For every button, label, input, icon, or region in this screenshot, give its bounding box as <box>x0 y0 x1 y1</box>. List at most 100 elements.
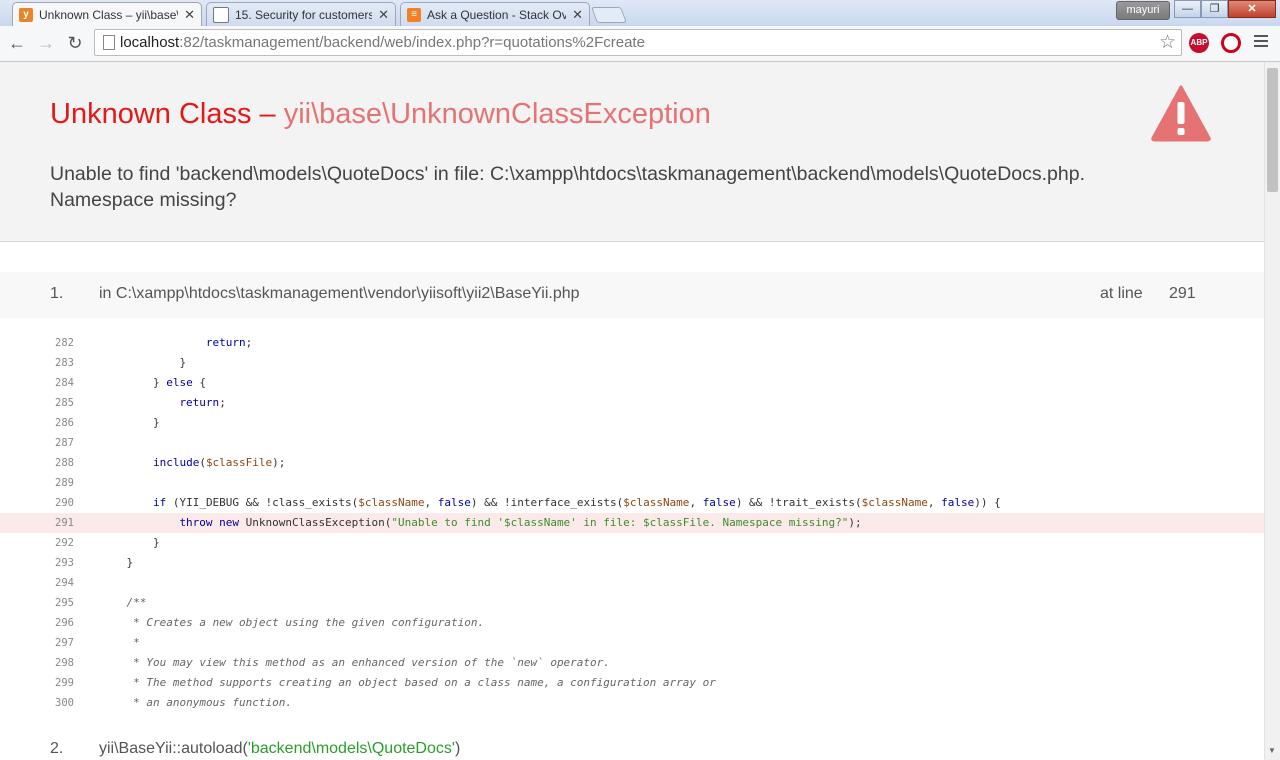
call-stack-frame-1[interactable]: 1. in C:\xampp\htdocs\taskmanagement\ven… <box>0 272 1264 318</box>
reload-icon[interactable]: ↻ <box>64 32 86 54</box>
scrollbar-thumb[interactable] <box>1267 68 1278 192</box>
frame-number: 2. <box>50 740 64 757</box>
close-tab-icon[interactable]: ✕ <box>378 7 389 23</box>
code-token: false <box>941 496 975 509</box>
code-line: 289 <box>0 473 1264 493</box>
code-token: * The method supports creating an object… <box>133 676 716 689</box>
forward-arrow-icon[interactable]: → <box>35 32 57 54</box>
tab-title: 15. Security for customers <box>235 7 373 22</box>
code-line: 297 * <box>0 633 1264 653</box>
code-line: 292} <box>0 533 1264 553</box>
profile-badge[interactable]: mayuri <box>1116 1 1170 20</box>
code-token: } <box>126 556 134 569</box>
code-token: ) && !interface_exists( <box>470 496 624 509</box>
maximize-button[interactable]: ❐ <box>1201 0 1228 18</box>
code-token: * Creates a new object using the given c… <box>133 616 485 629</box>
code-line: 290 if (YII_DEBUG && !class_exists($class… <box>0 493 1264 513</box>
opera-icon[interactable] <box>1221 33 1241 53</box>
menu-icon[interactable] <box>1254 33 1268 50</box>
code-token: UnknownClassException( <box>239 516 392 529</box>
line-number: 292 <box>55 537 74 549</box>
line-number: 295 <box>55 597 74 609</box>
frame-file: in C:\xampp\htdocs\taskmanagement\vendor… <box>99 285 580 302</box>
code-line: 296 * Creates a new object using the give… <box>0 613 1264 633</box>
code-token: } <box>152 416 160 429</box>
frame-call: yii\BaseYii::autoload('backend\models\Qu… <box>99 740 460 758</box>
code-token: ); <box>848 516 862 529</box>
code-token: * You may view this method as an enhance… <box>133 656 610 669</box>
call-argument: 'backend\models\QuoteDocs' <box>247 740 455 757</box>
line-number: 287 <box>55 437 74 449</box>
code-snippet: 282 return; 283} 284} else {285 return; 286} 2… <box>0 333 1264 713</box>
call-function: yii\BaseYii::autoload( <box>99 740 248 757</box>
code-text: } <box>153 533 160 553</box>
code-text: return; <box>179 393 225 413</box>
tab-ask-question[interactable]: ≡ Ask a Question - Stack Overflow ✕ <box>400 2 590 26</box>
line-number: 300 <box>55 697 74 709</box>
error-message: Unable to find 'backend\models\QuoteDocs… <box>50 163 1086 211</box>
scroll-down-arrow-icon[interactable]: ▼ <box>1268 746 1276 755</box>
code-line: 286} <box>0 413 1264 433</box>
code-text: * Creates a new object using the given c… <box>133 613 484 633</box>
code-token: "Unable to find '$className' in file: $c… <box>391 516 849 529</box>
line-number: 289 <box>55 477 74 489</box>
code-line: 295 /** <box>0 593 1264 613</box>
page-viewport: Unknown Class – yii\base\UnknownClassExc… <box>0 62 1264 760</box>
code-token: )) { <box>974 496 1001 509</box>
code-text: include($classFile); <box>153 453 285 473</box>
code-text: } <box>179 353 186 373</box>
code-line: 293} <box>0 553 1264 573</box>
code-line: 300 * an anonymous function. <box>0 693 1264 713</box>
back-arrow-icon[interactable]: ← <box>6 32 28 54</box>
code-token: throw new <box>179 516 240 529</box>
tab-security-for-customers[interactable]: 15. Security for customers ✕ <box>206 2 396 26</box>
url-path: :82/taskmanagement/backend/web/index.php… <box>179 34 645 51</box>
code-token: ; <box>219 396 226 409</box>
code-text: * an anonymous function. <box>133 693 292 713</box>
code-token: ( <box>199 456 206 469</box>
bookmark-star-icon[interactable]: ☆ <box>1159 31 1176 54</box>
line-number: 291 <box>55 517 74 529</box>
close-tab-icon[interactable]: ✕ <box>184 7 195 23</box>
line-number: 296 <box>55 617 74 629</box>
url-text[interactable]: localhost:82/taskmanagement/backend/web/… <box>120 34 645 51</box>
adblock-plus-icon[interactable]: ABP <box>1189 33 1209 53</box>
browser-toolbar: ← → ↻ localhost:82/taskmanagement/backen… <box>0 26 1280 62</box>
doc-icon <box>213 6 229 23</box>
new-tab-button[interactable] <box>591 7 627 23</box>
line-number: 293 <box>55 557 74 569</box>
code-token: return <box>205 336 246 349</box>
frame-line-number: 291 <box>1169 285 1196 302</box>
line-number: 288 <box>55 457 74 469</box>
call-stack-frame-2[interactable]: 2. yii\BaseYii::autoload('backend\models… <box>0 733 1264 760</box>
url-host: localhost <box>120 34 180 51</box>
line-number: 299 <box>55 677 74 689</box>
line-number: 297 <box>55 637 74 649</box>
code-token: * <box>133 636 140 649</box>
page-title: Unknown Class – yii\base\UnknownClassExc… <box>50 98 711 131</box>
tab-unknown-class[interactable]: y Unknown Class – yii\base\UnknownClassE… <box>12 2 202 26</box>
code-token: , <box>689 496 703 509</box>
code-token: $className <box>861 496 928 509</box>
vertical-scrollbar[interactable]: ▼ <box>1264 62 1280 760</box>
code-token: , <box>927 496 942 509</box>
code-token: false <box>702 496 736 509</box>
code-token: else <box>166 376 193 389</box>
code-token: $className <box>358 496 425 509</box>
address-bar[interactable]: localhost:82/taskmanagement/backend/web/… <box>94 29 1182 56</box>
code-token: if <box>152 496 167 509</box>
close-tab-icon[interactable]: ✕ <box>572 7 583 23</box>
code-token: , <box>424 496 438 509</box>
code-token: /** <box>126 596 147 609</box>
code-line: 288 include($classFile); <box>0 453 1264 473</box>
error-title-prefix: Unknown Class – <box>50 98 284 130</box>
at-line-label: at line <box>1100 285 1143 302</box>
line-number: 290 <box>55 497 74 509</box>
code-line: 283} <box>0 353 1264 373</box>
code-text: } <box>153 413 160 433</box>
minimize-button[interactable]: — <box>1174 0 1201 18</box>
close-window-button[interactable]: ✕ <box>1228 0 1276 18</box>
code-token: ; <box>245 336 253 349</box>
warning-icon <box>1151 85 1211 142</box>
code-text: /** <box>126 593 146 613</box>
